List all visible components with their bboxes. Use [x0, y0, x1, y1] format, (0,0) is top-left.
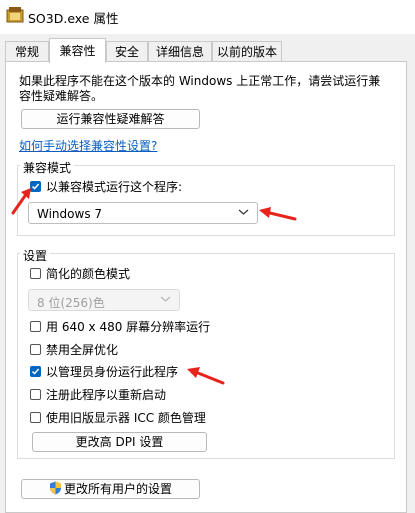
change-dpi-button[interactable]: 更改高 DPI 设置: [32, 432, 207, 452]
change-all-users-label: 更改所有用户的设置: [63, 482, 172, 496]
tab-strip: 常规 兼容性 安全 详细信息 以前的版本: [0, 38, 415, 63]
uac-shield-icon: [49, 481, 61, 495]
os-version-select[interactable]: Windows 7: [28, 202, 258, 224]
register-restart-checkbox[interactable]: [30, 389, 41, 400]
title-bar: SO3D.exe 属性: [0, 0, 415, 34]
os-version-value: Windows 7: [37, 207, 103, 221]
compat-mode-checkbox-label: 以兼容模式运行这个程序:: [46, 180, 183, 194]
legacy-icc-checkbox[interactable]: [30, 412, 41, 423]
intro-text: 如果此程序不能在这个版本的 Windows 上正常工作，请尝试运行兼容性疑难解答…: [19, 74, 381, 103]
legacy-icc-label: 使用旧版显示器 ICC 颜色管理: [46, 411, 206, 425]
reduced-color-row[interactable]: 简化的颜色模式: [30, 265, 130, 282]
run-troubleshooter-button[interactable]: 运行兼容性疑难解答: [21, 109, 200, 129]
tab-details[interactable]: 详细信息: [148, 41, 212, 61]
disable-fullscreen-label: 禁用全屏优化: [46, 343, 119, 357]
chevron-down-icon: [160, 296, 171, 302]
reduced-color-label: 简化的颜色模式: [46, 267, 131, 281]
check-icon: [31, 368, 40, 375]
low-res-checkbox[interactable]: [30, 321, 41, 332]
compat-mode-label: 兼容模式: [20, 159, 75, 176]
compatibility-panel: 如果此程序不能在这个版本的 Windows 上正常工作，请尝试运行兼容性疑难解答…: [5, 61, 407, 513]
run-as-admin-checkbox[interactable]: [30, 366, 41, 377]
legacy-icc-row[interactable]: 使用旧版显示器 ICC 颜色管理: [30, 409, 206, 426]
change-all-users-button[interactable]: 更改所有用户的设置: [21, 479, 200, 499]
settings-group-label: 设置: [20, 247, 51, 264]
tab-general[interactable]: 常规: [5, 41, 49, 61]
chevron-down-icon: [238, 209, 249, 215]
run-as-admin-row[interactable]: 以管理员身份运行此程序: [30, 363, 178, 380]
manual-settings-link[interactable]: 如何手动选择兼容性设置?: [19, 137, 157, 154]
disable-fullscreen-row[interactable]: 禁用全屏优化: [30, 341, 118, 358]
tab-compatibility[interactable]: 兼容性: [49, 38, 106, 63]
tab-security[interactable]: 安全: [106, 41, 148, 61]
tab-previous-versions[interactable]: 以前的版本: [212, 41, 282, 61]
color-depth-value: 8 位(256)色: [37, 296, 105, 310]
reduced-color-checkbox[interactable]: [30, 268, 41, 279]
register-restart-label: 注册此程序以重新启动: [46, 388, 167, 402]
low-res-row[interactable]: 用 640 x 480 屏幕分辨率运行: [30, 318, 210, 335]
program-icon: [6, 7, 24, 23]
annotation-arrow-icon: [187, 367, 225, 385]
window-title: SO3D.exe 属性: [28, 11, 119, 26]
compat-mode-checkbox-row[interactable]: 以兼容模式运行这个程序:: [30, 178, 182, 195]
annotation-arrow-icon: [11, 188, 31, 215]
disable-fullscreen-checkbox[interactable]: [30, 344, 41, 355]
register-restart-row[interactable]: 注册此程序以重新启动: [30, 386, 166, 403]
color-depth-select[interactable]: 8 位(256)色: [28, 289, 180, 311]
annotation-arrow-icon: [259, 207, 297, 221]
run-as-admin-label: 以管理员身份运行此程序: [46, 365, 179, 379]
low-res-label: 用 640 x 480 屏幕分辨率运行: [46, 320, 211, 334]
